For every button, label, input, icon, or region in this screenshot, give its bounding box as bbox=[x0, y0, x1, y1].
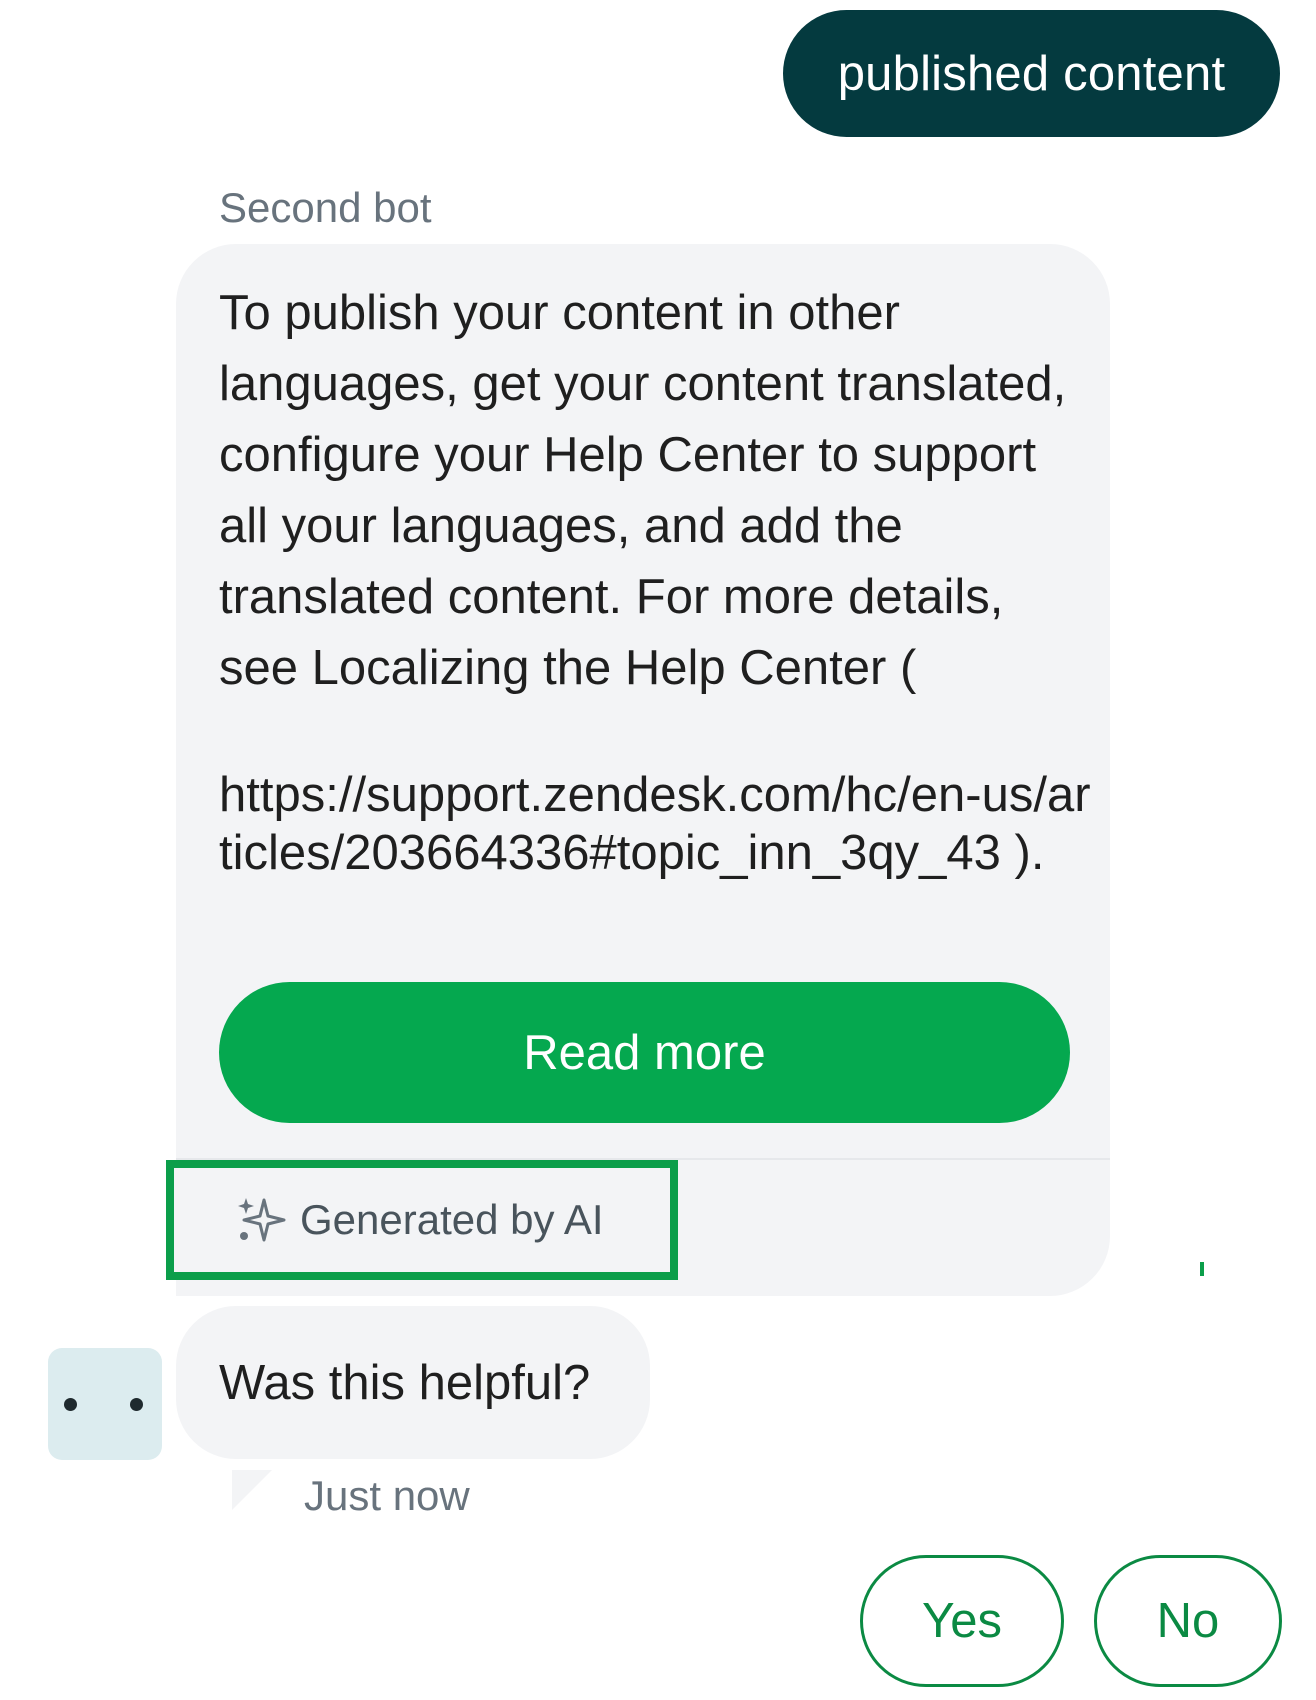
user-message-bubble: published content bbox=[783, 10, 1280, 137]
helpful-question-bubble: Was this helpful? bbox=[176, 1306, 650, 1459]
generated-by-ai-footer: Generated by AI bbox=[166, 1160, 678, 1280]
user-message-text: published content bbox=[837, 46, 1226, 101]
avatar-eye-left bbox=[64, 1398, 77, 1411]
bot-name: Second bot bbox=[219, 184, 432, 231]
yes-button[interactable]: Yes bbox=[860, 1555, 1064, 1687]
bubble-tail bbox=[232, 1470, 272, 1510]
avatar-eye-right bbox=[130, 1398, 143, 1411]
helpful-question-text: Was this helpful? bbox=[219, 1355, 591, 1410]
bot-avatar-icon bbox=[48, 1348, 162, 1460]
bot-message-text: To publish your content in other languag… bbox=[219, 286, 1080, 695]
read-more-button[interactable]: Read more bbox=[219, 982, 1070, 1123]
status-tick bbox=[1200, 1262, 1204, 1276]
help-article-link[interactable]: https://support.zendesk.com/hc/en-us/art… bbox=[219, 766, 1099, 882]
message-timestamp: Just now bbox=[304, 1472, 470, 1519]
sparkle-icon bbox=[232, 1192, 288, 1248]
no-button[interactable]: No bbox=[1094, 1555, 1282, 1687]
generated-by-ai-label: Generated by AI bbox=[300, 1196, 604, 1243]
